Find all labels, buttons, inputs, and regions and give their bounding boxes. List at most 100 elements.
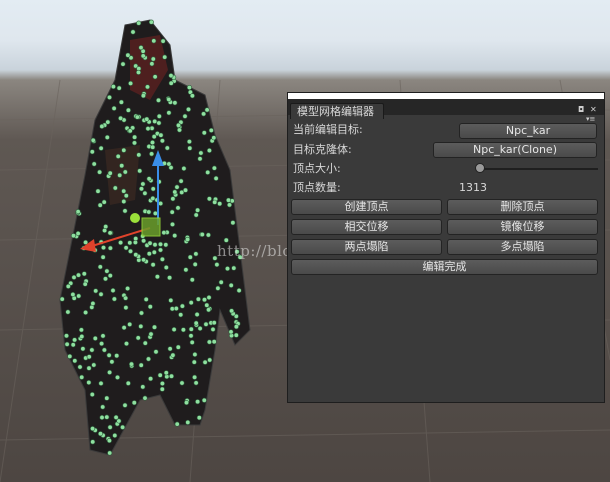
vertex-point[interactable] bbox=[152, 242, 158, 248]
vertex-point[interactable] bbox=[104, 414, 110, 420]
vertex-point[interactable] bbox=[136, 152, 142, 158]
vertex-point[interactable] bbox=[187, 254, 193, 260]
vertex-point[interactable] bbox=[147, 240, 153, 246]
vertex-point[interactable] bbox=[213, 175, 219, 181]
vertex-point[interactable] bbox=[170, 221, 176, 227]
vertex-point[interactable] bbox=[150, 144, 156, 150]
vertex-point[interactable] bbox=[86, 365, 92, 371]
vertex-point[interactable] bbox=[110, 84, 116, 90]
vertex-point[interactable] bbox=[225, 266, 231, 272]
vertex-point[interactable] bbox=[158, 241, 164, 247]
vertex-point[interactable] bbox=[123, 295, 129, 301]
create-vertex-button[interactable]: 创建顶点 bbox=[291, 199, 442, 215]
vertex-point[interactable] bbox=[206, 307, 212, 313]
vertex-point[interactable] bbox=[136, 20, 142, 26]
vertex-point[interactable] bbox=[116, 85, 122, 91]
vertex-point[interactable] bbox=[120, 424, 126, 430]
vertex-point[interactable] bbox=[120, 61, 126, 67]
vertex-point[interactable] bbox=[229, 308, 235, 314]
vertex-size-slider-track[interactable] bbox=[480, 168, 598, 170]
vertex-point[interactable] bbox=[128, 80, 134, 86]
vertex-point[interactable] bbox=[121, 188, 127, 194]
vertex-point[interactable] bbox=[67, 353, 73, 359]
vertex-point[interactable] bbox=[138, 362, 144, 368]
vertex-point[interactable] bbox=[128, 248, 134, 254]
vertex-point[interactable] bbox=[166, 161, 172, 167]
vertex-point[interactable] bbox=[163, 264, 169, 270]
vertex-point[interactable] bbox=[139, 310, 145, 316]
vertex-point[interactable] bbox=[114, 353, 120, 359]
vertex-point[interactable] bbox=[151, 38, 157, 44]
vertex-point[interactable] bbox=[59, 296, 65, 302]
vertex-point[interactable] bbox=[101, 347, 107, 353]
vertex-point[interactable] bbox=[148, 331, 154, 337]
vertex-point[interactable] bbox=[148, 376, 154, 382]
vertex-point[interactable] bbox=[188, 333, 194, 339]
vertex-point[interactable] bbox=[159, 256, 165, 262]
vertex-point[interactable] bbox=[233, 324, 239, 330]
vertex-point[interactable] bbox=[127, 240, 133, 246]
vertex-point[interactable] bbox=[149, 151, 155, 157]
vertex-point[interactable] bbox=[153, 349, 159, 355]
gizmo-plane-handle[interactable] bbox=[141, 217, 161, 237]
vertex-point[interactable] bbox=[65, 309, 71, 315]
vertex-point[interactable] bbox=[218, 279, 224, 285]
vertex-point[interactable] bbox=[115, 374, 121, 380]
vertex-point[interactable] bbox=[198, 150, 204, 156]
vertex-point[interactable] bbox=[201, 130, 207, 136]
vertex-point[interactable] bbox=[217, 201, 223, 207]
vertex-point[interactable] bbox=[99, 123, 105, 129]
vertex-point[interactable] bbox=[89, 347, 95, 353]
tab-menu-icon[interactable]: ▾≡ bbox=[586, 115, 595, 123]
vertex-point[interactable] bbox=[174, 421, 180, 427]
vertex-point[interactable] bbox=[175, 344, 181, 350]
close-icon[interactable]: ✕ bbox=[590, 106, 597, 114]
finish-edit-button[interactable]: 编辑完成 bbox=[291, 259, 598, 275]
vertex-point[interactable] bbox=[93, 288, 99, 294]
vertex-point[interactable] bbox=[178, 312, 184, 318]
vertex-point[interactable] bbox=[123, 305, 129, 311]
vertex-point[interactable] bbox=[158, 201, 164, 207]
vertex-point[interactable] bbox=[125, 52, 131, 58]
vertex-point[interactable] bbox=[121, 147, 127, 153]
vertex-point[interactable] bbox=[199, 232, 205, 238]
vertex-point[interactable] bbox=[150, 195, 156, 201]
vertex-point[interactable] bbox=[86, 379, 92, 385]
vertex-point[interactable] bbox=[185, 419, 191, 425]
vertex-point[interactable] bbox=[152, 324, 158, 330]
vertex-point[interactable] bbox=[149, 61, 155, 67]
vertex-point[interactable] bbox=[123, 193, 129, 199]
vertex-point[interactable] bbox=[167, 275, 173, 281]
vertex-point[interactable] bbox=[109, 359, 115, 365]
vertex-point[interactable] bbox=[182, 113, 188, 119]
vertex-point[interactable] bbox=[99, 341, 105, 347]
vertex-point[interactable] bbox=[97, 169, 103, 175]
vertex-point[interactable] bbox=[164, 145, 170, 151]
vertex-point[interactable] bbox=[233, 332, 239, 338]
vertex-point[interactable] bbox=[180, 327, 186, 333]
vertex-point[interactable] bbox=[64, 341, 70, 347]
vertex-point[interactable] bbox=[151, 134, 157, 140]
vertex-point[interactable] bbox=[186, 106, 192, 112]
vertex-point[interactable] bbox=[205, 232, 211, 238]
vertex-point[interactable] bbox=[205, 169, 211, 175]
vertex-point[interactable] bbox=[142, 340, 148, 346]
vertex-point[interactable] bbox=[179, 380, 185, 386]
vertex-point[interactable] bbox=[186, 139, 192, 145]
vertex-point[interactable] bbox=[206, 196, 212, 202]
vertex-point[interactable] bbox=[101, 245, 107, 251]
vertex-point[interactable] bbox=[91, 161, 97, 167]
vertex-point[interactable] bbox=[192, 261, 198, 267]
vertex-point[interactable] bbox=[169, 209, 175, 215]
vertex-point[interactable] bbox=[107, 369, 113, 375]
vertex-point[interactable] bbox=[75, 209, 81, 215]
vertex-point[interactable] bbox=[144, 116, 150, 122]
vertex-point[interactable] bbox=[214, 262, 220, 268]
vertex-point[interactable] bbox=[107, 230, 113, 236]
character-mesh[interactable] bbox=[59, 19, 251, 456]
vertex-point[interactable] bbox=[79, 374, 85, 380]
vertex-point[interactable] bbox=[172, 233, 178, 239]
vertex-point[interactable] bbox=[150, 186, 156, 192]
vertex-point[interactable] bbox=[78, 327, 84, 333]
vertex-point[interactable] bbox=[179, 303, 185, 309]
